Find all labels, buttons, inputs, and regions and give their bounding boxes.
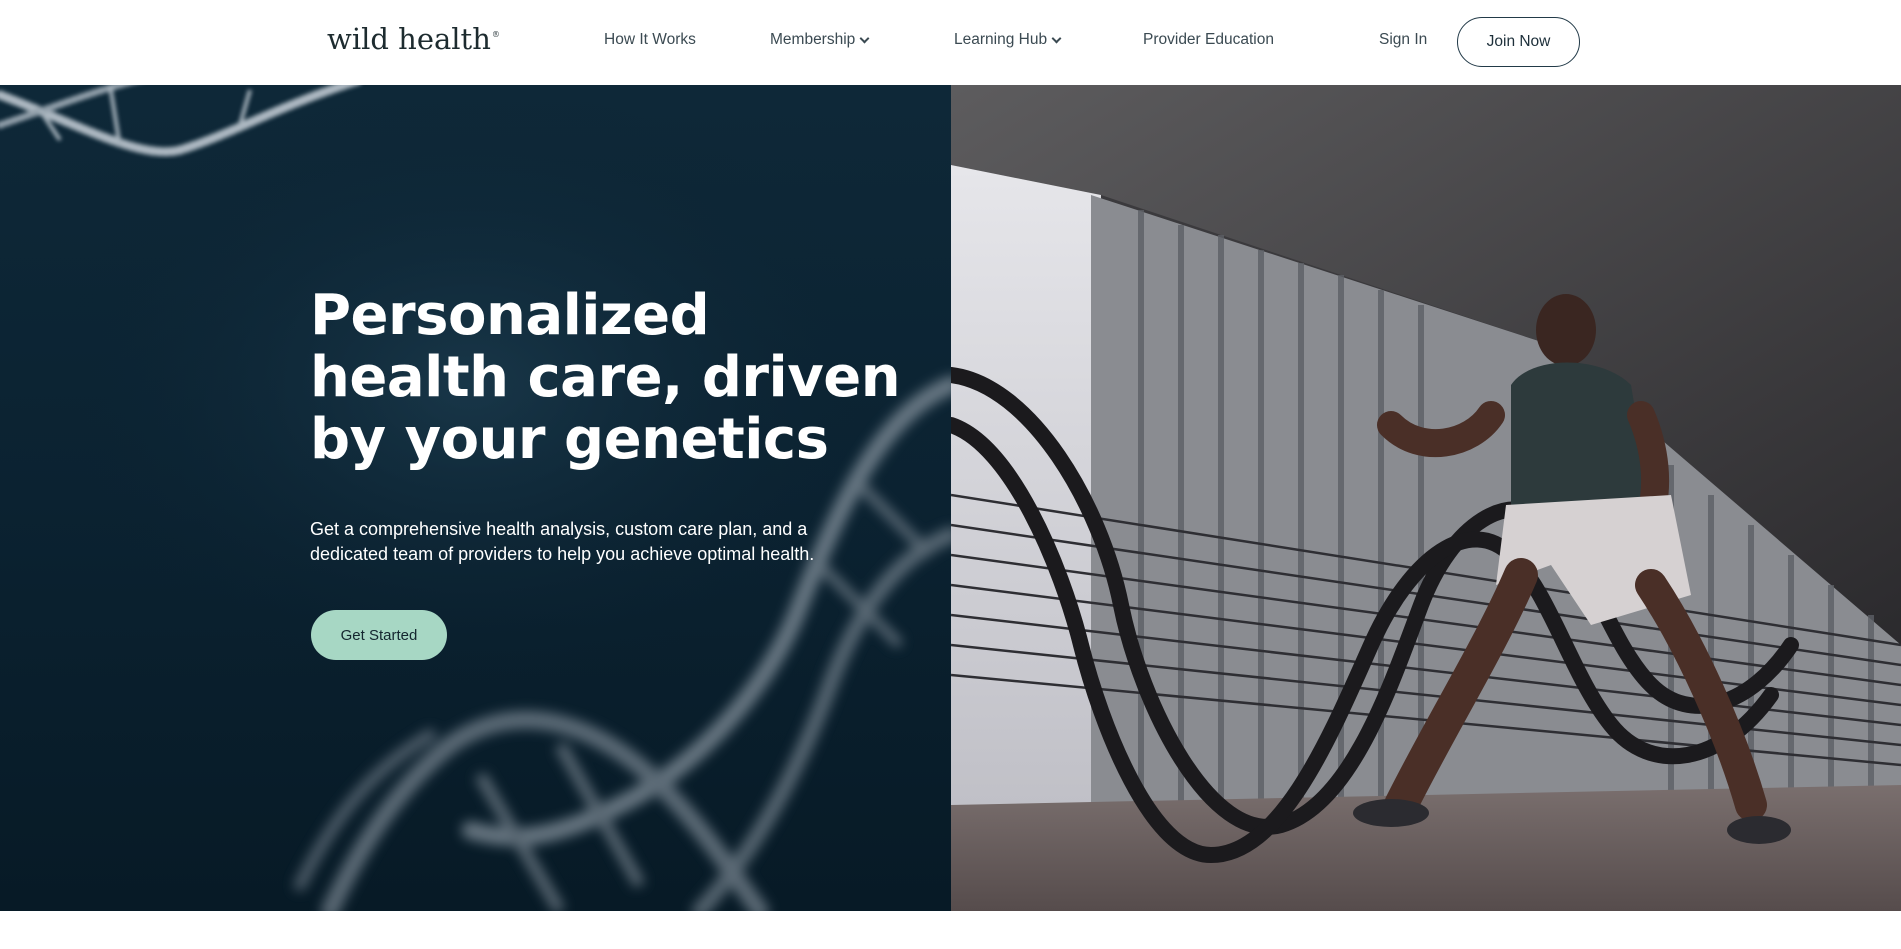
athlete-photo <box>951 85 1901 911</box>
nav-membership-label: Membership <box>770 31 856 48</box>
sign-in-label: Sign In <box>1379 31 1428 48</box>
join-now-button[interactable]: Join Now <box>1457 17 1580 67</box>
hero-headline: Personalized health care, driven by your… <box>310 283 901 472</box>
nav-how-it-works[interactable]: How It Works <box>604 31 696 49</box>
dna-helix-background <box>0 85 951 911</box>
site-header: wild health® How It Works Membership Lea… <box>0 0 1901 85</box>
chevron-down-icon <box>1051 33 1062 43</box>
hero-subheadline: Get a comprehensive health analysis, cus… <box>310 519 815 564</box>
wild-health-logo[interactable]: wild health® <box>327 22 500 56</box>
nav-provider-education-label: Provider Education <box>1143 31 1274 48</box>
nav-learning-hub[interactable]: Learning Hub <box>954 31 1062 49</box>
registered-mark: ® <box>491 30 500 39</box>
hero-panel: Personalized health care, driven by your… <box>0 85 951 911</box>
sign-in-link[interactable]: Sign In <box>1379 31 1427 49</box>
nav-how-it-works-label: How It Works <box>604 31 696 48</box>
get-started-button[interactable]: Get Started <box>311 610 447 660</box>
chevron-down-icon <box>859 33 870 43</box>
logo-text: wild health <box>327 22 491 56</box>
nav-learning-hub-label: Learning Hub <box>954 31 1048 48</box>
hero-photo-athlete-battle-ropes <box>951 85 1901 911</box>
page-continuation-strip <box>0 911 1901 949</box>
nav-membership[interactable]: Membership <box>770 31 870 49</box>
nav-provider-education[interactable]: Provider Education <box>1143 31 1274 49</box>
